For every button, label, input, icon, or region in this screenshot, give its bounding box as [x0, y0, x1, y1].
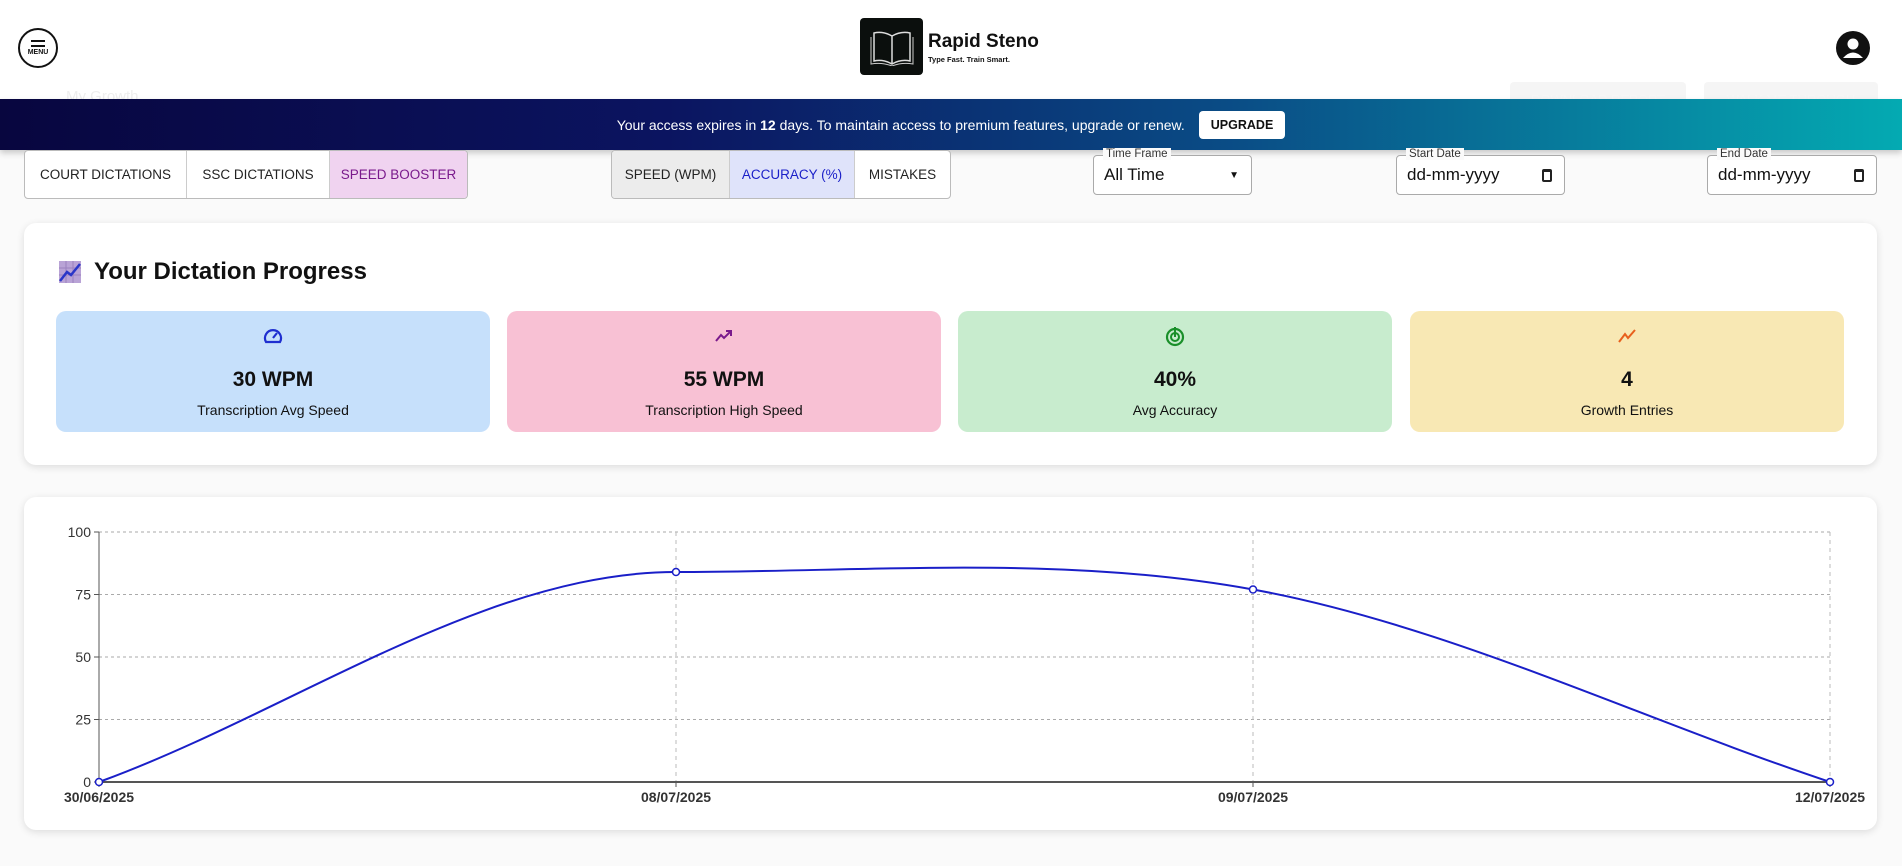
- x-tick-label: 09/07/2025: [1218, 789, 1288, 805]
- x-tick-label: 08/07/2025: [641, 789, 711, 805]
- series-line: [98, 566, 1831, 783]
- data-point: [671, 567, 681, 577]
- y-tick-label: 50: [75, 649, 91, 665]
- y-tick-label: 100: [68, 524, 92, 540]
- y-tick-label: 0: [83, 774, 91, 790]
- data-point: [1248, 585, 1258, 594]
- x-tick-label: 12/07/2025: [1795, 789, 1865, 805]
- y-tick-label: 75: [75, 587, 91, 603]
- data-point: [1825, 777, 1835, 787]
- data-point: [94, 777, 104, 787]
- accuracy-line-chart: 0 25 50 75 100 30/06/2025 08/07/2025 09/07/2025…: [64, 524, 1865, 805]
- y-tick-label: 25: [75, 712, 91, 728]
- x-tick-label: 30/06/2025: [64, 789, 134, 805]
